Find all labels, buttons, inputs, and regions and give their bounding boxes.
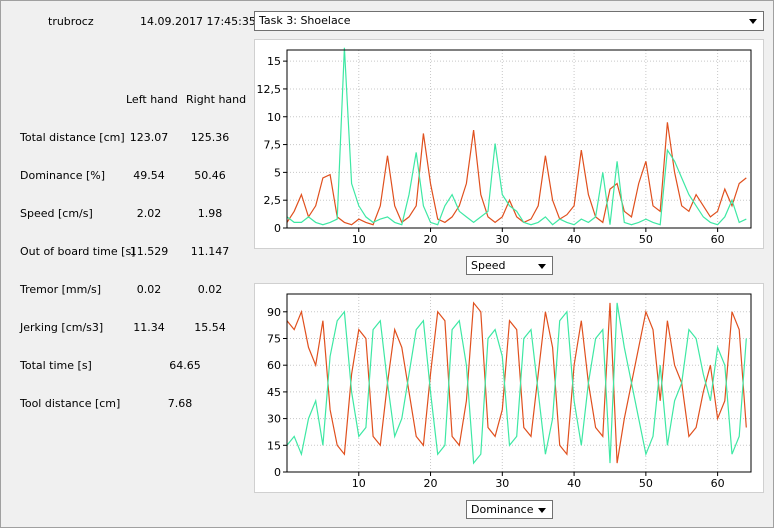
- dominance-y-tick-label: 90: [267, 306, 281, 319]
- bottom-chart-metric-value: Dominance: [471, 503, 534, 516]
- stat-label: Tremor [mm/s]: [20, 283, 102, 296]
- total-label: Total time [s]: [20, 359, 92, 372]
- dominance-y-tick-label: 45: [267, 386, 281, 399]
- dominance-series-line-0: [286, 301, 747, 464]
- stat-right-value: 1.98: [197, 207, 223, 220]
- stat-label: Speed [cm/s]: [20, 207, 93, 220]
- chevron-down-icon: [749, 19, 757, 24]
- dominance-y-tick-label: 0: [274, 466, 281, 479]
- speed-y-tick-label: 7,5: [264, 139, 282, 152]
- task-select-value: Task 3: Shoelace: [259, 14, 351, 27]
- user-name: trubrocz: [48, 15, 94, 28]
- speed-y-tick-label: 15: [267, 55, 281, 68]
- total-label: Tool distance [cm]: [20, 397, 121, 410]
- stat-label: Dominance [%]: [20, 169, 106, 182]
- dominance-x-tick-label: 40: [567, 477, 581, 490]
- dominance-x-tick-label: 10: [352, 477, 366, 490]
- right-hand-header: Right hand: [186, 93, 247, 106]
- speed-plot-frame: [286, 49, 752, 229]
- stat-right-value: 11.147: [190, 245, 230, 258]
- speed-y-tick-label: 10: [267, 111, 281, 124]
- stat-left-value: 11.529: [129, 245, 169, 258]
- stat-right-value: 50.46: [194, 169, 226, 182]
- session-datetime: 14.09.2017 17:45:35: [140, 15, 256, 28]
- stat-left-value: 123.07: [129, 131, 169, 144]
- speed-x-tick-label: 20: [424, 233, 438, 246]
- stat-label: Total distance [cm]: [20, 131, 125, 144]
- stat-left-value: 2.02: [136, 207, 162, 220]
- speed-x-tick-label: 40: [567, 233, 581, 246]
- speed-x-tick-label: 50: [639, 233, 653, 246]
- chevron-down-icon: [538, 508, 546, 513]
- dominance-x-tick-label: 50: [639, 477, 653, 490]
- dominance-x-tick-label: 20: [424, 477, 438, 490]
- speed-x-tick-label: 30: [495, 233, 509, 246]
- speed-series-line-0: [286, 122, 747, 226]
- dominance-x-tick-label: 60: [711, 477, 725, 490]
- dominance-y-tick-label: 75: [267, 333, 281, 346]
- top-chart-metric-select[interactable]: Speed: [466, 256, 553, 275]
- stat-left-value: 11.34: [133, 321, 165, 334]
- dominance-chart: 0 15 30 45 60 75 90 10 20 30 40 50 60: [267, 293, 752, 490]
- dominance-x-tick-label: 30: [495, 477, 509, 490]
- speed-y-tick-label: 2,5: [264, 194, 282, 207]
- speed-series-line-1: [286, 47, 747, 226]
- left-hand-header: Left hand: [126, 93, 178, 106]
- speed-y-tick-label: 0: [274, 222, 281, 235]
- stat-left-value: 49.54: [133, 169, 165, 182]
- total-value: 64.65: [169, 359, 201, 372]
- dominance-y-tick-label: 30: [267, 413, 281, 426]
- stat-right-value: 0.02: [197, 283, 223, 296]
- stat-right-value: 125.36: [190, 131, 230, 144]
- stat-label: Jerking [cm/s3]: [20, 321, 104, 334]
- speed-chart: 0 2,5 5 7,5 10 12,5 15 10 20 30 40 50 60: [257, 47, 752, 246]
- stat-left-value: 0.02: [136, 283, 162, 296]
- total-value: 7.68: [167, 397, 193, 410]
- stat-right-value: 15.54: [194, 321, 226, 334]
- speed-x-tick-label: 60: [711, 233, 725, 246]
- dominance-y-tick-label: 60: [267, 359, 281, 372]
- task-select[interactable]: Task 3: Shoelace: [254, 11, 764, 31]
- chevron-down-icon: [538, 264, 546, 269]
- dominance-series-line-1: [286, 302, 747, 465]
- top-chart-metric-value: Speed: [471, 259, 506, 272]
- dominance-chart-panel: 0 15 30 45 60 75 90 10 20 30 40 50 60: [254, 283, 764, 493]
- speed-chart-panel: 0 2,5 5 7,5 10 12,5 15 10 20 30 40 50 60: [254, 39, 764, 249]
- speed-y-tick-label: 12,5: [257, 83, 282, 96]
- speed-y-tick-label: 5: [274, 166, 281, 179]
- speed-x-tick-label: 10: [352, 233, 366, 246]
- dominance-y-tick-label: 15: [267, 439, 281, 452]
- bottom-chart-metric-select[interactable]: Dominance: [466, 500, 553, 519]
